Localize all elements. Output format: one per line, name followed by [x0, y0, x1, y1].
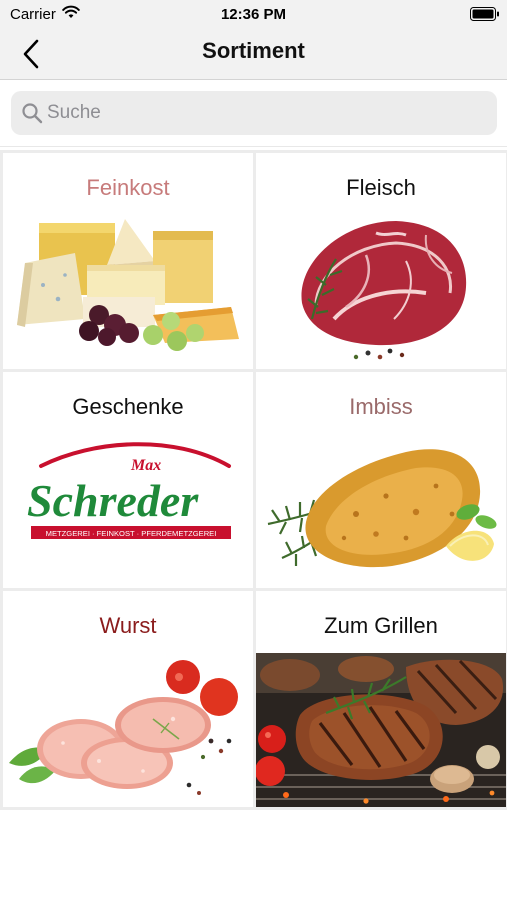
logo-tagline-text: METZGEREI · FEINKOST · PFERDEMETZGEREI — [46, 529, 217, 538]
category-label: Wurst — [99, 613, 157, 638]
category-label: Imbiss — [349, 394, 413, 419]
logo-max-text: Max — [130, 457, 161, 474]
category-tile-zum-grillen[interactable]: Zum Grillen — [256, 591, 506, 807]
category-label: Zum Grillen — [324, 613, 438, 638]
raw-meat-image — [301, 221, 467, 360]
navigation-bar: Sortiment — [0, 28, 507, 80]
sliced-sausage-image — [9, 660, 238, 795]
schnitzel-image — [267, 449, 497, 568]
cheese-image — [17, 219, 239, 351]
category-tile-feinkost[interactable]: Feinkost — [3, 153, 253, 369]
category-grid: Feinkost Fleisch Geschenke Max Schreder … — [0, 150, 507, 810]
category-label: Geschenke — [72, 394, 184, 419]
status-bar: Carrier 12:36 PM — [0, 0, 507, 28]
category-tile-wurst[interactable]: Wurst — [3, 591, 253, 807]
schreder-logo-image: Max Schreder METZGEREI · FEINKOST · PFER… — [27, 442, 231, 539]
battery-icon — [470, 7, 500, 26]
clock: 12:36 PM — [220, 6, 287, 23]
category-label: Feinkost — [86, 175, 170, 200]
search-input[interactable] — [47, 91, 487, 135]
category-tile-imbiss[interactable]: Imbiss — [256, 372, 506, 588]
logo-name-text: Schreder — [27, 475, 199, 526]
category-tile-fleisch[interactable]: Fleisch — [256, 153, 506, 369]
page-title: Sortiment — [202, 38, 305, 63]
search-field[interactable] — [11, 91, 497, 135]
category-tile-geschenke[interactable]: Geschenke Max Schreder METZGEREI · FEINK… — [3, 372, 253, 588]
category-label: Fleisch — [346, 175, 416, 200]
grilled-steaks-image — [256, 653, 506, 807]
search-bar-container — [0, 81, 507, 147]
search-icon — [22, 103, 43, 124]
